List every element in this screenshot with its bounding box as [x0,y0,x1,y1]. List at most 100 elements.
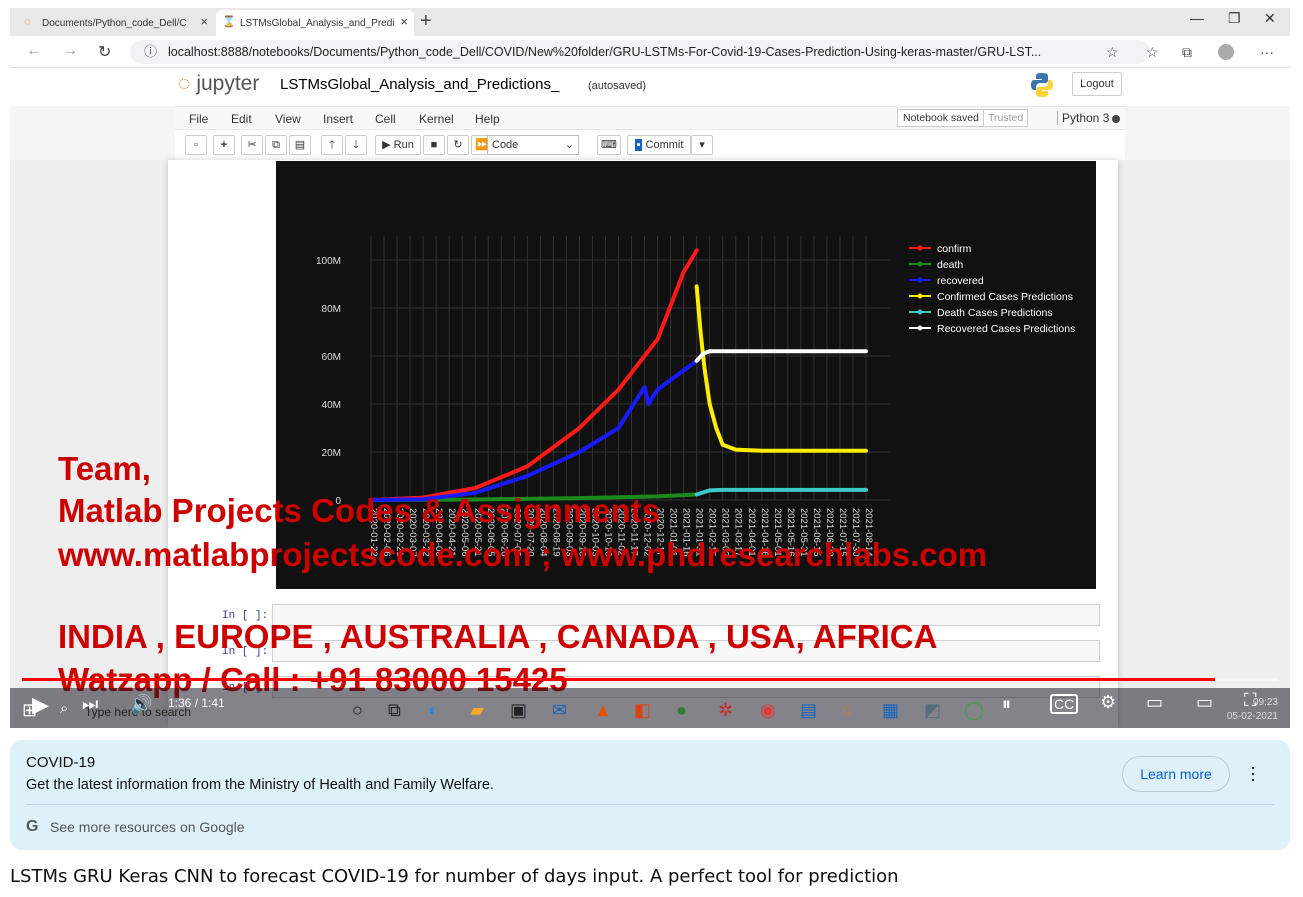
menu-cell[interactable]: Cell [375,112,396,126]
mail-icon: ✉ [552,700,568,720]
search-icon: ⌕ [60,700,69,717]
commit-icon: ▪ [634,139,643,151]
favorites-list-icon[interactable]: ☆ [1146,44,1159,61]
learn-more-button[interactable]: Learn more [1122,756,1230,792]
menu-insert[interactable]: Insert [323,112,353,126]
commit-dropdown-icon[interactable]: ▾ [691,135,713,155]
miniplayer-icon[interactable]: ▭ [1146,692,1163,713]
chevron-down-icon: ⌄ [564,139,574,151]
commit-button[interactable]: ▪ Commit [627,135,691,155]
app-icon: ◩ [924,700,942,720]
legend-marker [917,261,923,267]
close-tab-icon[interactable]: × [200,14,208,29]
video-progress-fill [22,678,1216,681]
app-icon: ◯ [964,700,985,720]
overlay-websites: www.matlabprojectscode.com ; www.phdrese… [58,536,988,573]
legend-marker [917,245,923,251]
office-icon: ◧ [634,700,652,720]
matlab-icon: ▲ [594,700,612,720]
move-up-icon[interactable]: 🡑 [321,135,343,155]
legend-label: Confirmed Cases Predictions [937,291,1073,303]
browser-tab-bar: ◌ Documents/Python_code_Dell/C × ⌛ LSTMs… [10,8,1290,36]
forward-icon[interactable]: → [62,42,78,60]
google-icon: G [26,818,39,835]
legend-label: death [937,259,963,271]
overlay-team: Team, [58,450,151,487]
notebook-saved-indicator: Notebook saved [897,109,985,127]
menu-file[interactable]: File [189,112,208,126]
video-player[interactable]: ◌ Documents/Python_code_Dell/C × ⌛ LSTMs… [10,8,1290,728]
autoplay-toggle-icon[interactable]: ⏸ [1002,694,1011,715]
chrome-icon: ◉ [760,700,776,720]
browser-tab-notebook[interactable]: ⌛ LSTMsGlobal_Analysis_and_Predi × [216,10,414,36]
series-line-recovered [369,358,699,502]
restart-icon[interactable]: ↻ [447,135,469,155]
hourglass-icon: ⌛ [222,16,236,28]
app-icon: ▦ [882,700,900,720]
menu-edit[interactable]: Edit [231,112,252,126]
logout-button[interactable]: Logout [1072,72,1122,96]
run-button[interactable]: ▶ Run [375,135,421,155]
menu-help[interactable]: Help [475,112,500,126]
jupyter-app-icon: ◌ [842,700,853,720]
more-menu-icon[interactable]: ··· [1260,44,1274,60]
collections-icon[interactable]: ⧉ [1182,44,1192,61]
jupyter-menubar: File Edit View Insert Cell Kernel Help N… [175,106,1125,130]
refresh-icon[interactable]: ↻ [98,42,111,62]
legend-marker [917,277,923,283]
menu-kernel[interactable]: Kernel [419,112,454,126]
copy-icon[interactable]: ⧉ [265,135,287,155]
profile-avatar-icon[interactable] [1218,44,1234,60]
divider [26,804,1274,805]
video-title: LSTMs GRU Keras CNN to forecast COVID-19… [10,866,899,887]
menu-view[interactable]: View [275,112,301,126]
video-progress-bar[interactable] [22,678,1278,681]
cut-icon[interactable]: ✂ [241,135,263,155]
url-bar[interactable]: ⓘ localhost:8888/notebooks/Documents/Pyt… [130,40,1150,64]
task-view-icon: ⧉ [388,700,401,720]
more-options-icon[interactable]: · · · [1250,758,1256,788]
paste-icon[interactable]: ▤ [289,135,311,155]
close-window-icon[interactable]: ✕ [1264,10,1276,27]
settings-gear-icon[interactable]: ⚙ [1100,692,1116,713]
captions-icon[interactable]: CC [1050,694,1079,714]
legend-marker [917,309,923,315]
volume-icon[interactable]: 🔊 [130,694,152,715]
close-tab-icon[interactable]: × [400,14,408,29]
info-panel: COVID-19 Get the latest information from… [10,740,1290,850]
theater-mode-icon[interactable]: ▭ [1196,692,1213,713]
minimize-icon[interactable]: — [1190,10,1204,26]
jupyter-toolbar: ▫ + ✂ ⧉ ▤ 🡑 🡓 ▶ Run ■ ↻ ⏩ Code ⌄ ⌨ ▪ Comm… [175,130,1125,160]
stop-icon[interactable]: ■ [423,135,445,155]
fullscreen-icon[interactable]: ⛶ [1244,690,1257,711]
notebook-title[interactable]: LSTMsGlobal_Analysis_and_Predictions_ [280,76,559,93]
new-tab-icon[interactable]: + [420,10,432,33]
browser-tab-documents[interactable]: ◌ Documents/Python_code_Dell/C × [18,10,214,36]
y-tick-label: 20M [322,448,341,459]
add-cell-icon[interactable]: + [213,135,235,155]
back-icon[interactable]: ← [26,42,42,60]
info-panel-subtitle: Get the latest information from the Mini… [26,777,494,793]
favorite-star-icon[interactable]: ☆ [1106,44,1119,61]
y-tick-label: 40M [322,400,341,411]
play-icon[interactable]: ▶ [32,692,49,718]
file-explorer-icon: ▰ [470,700,484,720]
jupyter-tab-icon: ◌ [24,16,31,28]
series-line-confirm [369,248,699,502]
keyboard-icon[interactable]: ⌨ [597,135,621,155]
save-icon[interactable]: ▫ [185,135,207,155]
kernel-status-icon [1112,115,1120,123]
legend-label: Recovered Cases Predictions [937,323,1075,335]
cell-type-select[interactable]: Code ⌄ [487,135,579,155]
trusted-indicator[interactable]: Trusted [983,109,1029,127]
restore-icon[interactable]: ❐ [1228,10,1241,27]
move-down-icon[interactable]: 🡓 [345,135,367,155]
series-line-death-cases-predictions [694,487,868,497]
jupyter-logo[interactable]: ◌ jupyter [178,72,259,96]
legend-marker [917,325,923,331]
see-more-link[interactable]: See more resources on Google [50,819,245,835]
legend-label: confirm [937,243,972,255]
y-tick-label: 60M [322,352,341,363]
kernel-name: Python 3 [1057,111,1109,125]
next-icon[interactable]: ⏭ [82,694,98,715]
